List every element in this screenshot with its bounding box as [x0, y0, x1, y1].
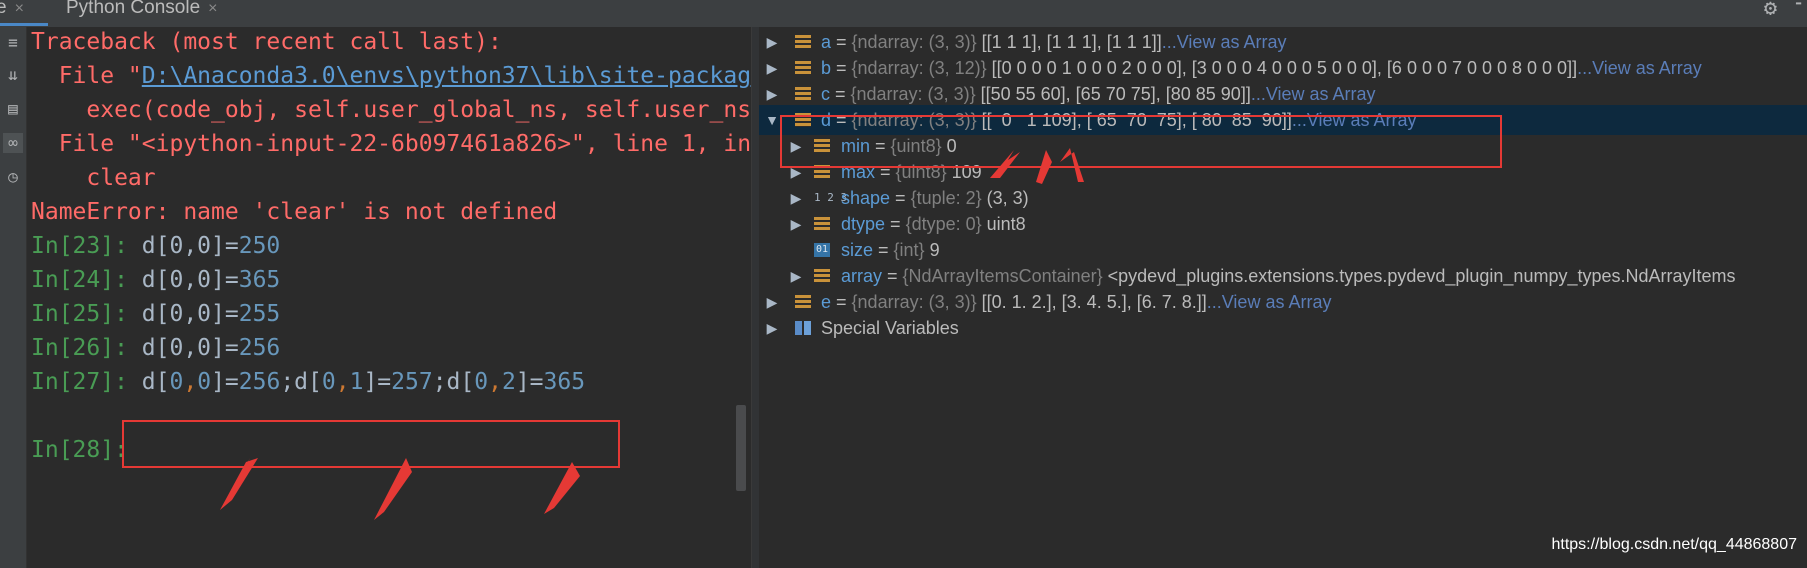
annotation-arrow — [374, 458, 412, 520]
annotation-arrow — [1060, 148, 1084, 182]
watermark: https://blog.csdn.net/qq_44868807 — [1551, 536, 1797, 553]
annotation-arrows — [220, 148, 1084, 520]
annotation-arrow — [990, 150, 1020, 178]
annotation-arrow — [1036, 150, 1052, 184]
annotation-arrow — [544, 462, 580, 514]
annotation-arrow — [220, 458, 258, 510]
